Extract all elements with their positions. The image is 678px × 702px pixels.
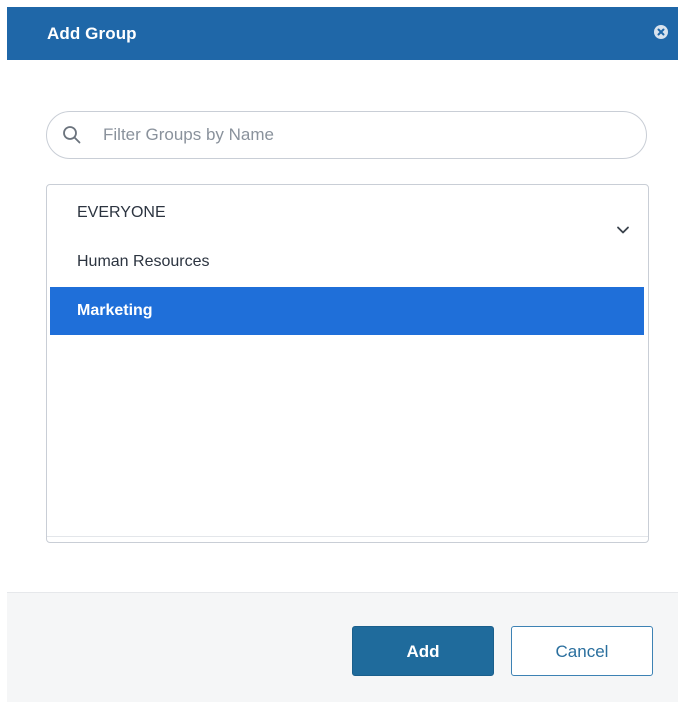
chevron-down-icon[interactable] bbox=[616, 207, 630, 234]
close-icon[interactable] bbox=[654, 25, 668, 39]
search-icon bbox=[62, 125, 82, 145]
dialog-title: Add Group bbox=[47, 24, 137, 43]
list-divider bbox=[47, 536, 648, 537]
list-item-label: EVERYONE bbox=[77, 204, 166, 221]
list-item-marketing[interactable]: Marketing bbox=[50, 287, 644, 335]
cancel-button[interactable]: Cancel bbox=[511, 626, 653, 676]
add-group-dialog: Add Group EVERYONE Human Resources bbox=[0, 0, 678, 702]
add-button[interactable]: Add bbox=[352, 626, 494, 676]
group-list[interactable]: EVERYONE Human Resources Marketing bbox=[46, 184, 649, 543]
list-item-label: Human Resources bbox=[77, 253, 210, 270]
list-item-human-resources[interactable]: Human Resources bbox=[50, 238, 644, 286]
filter-groups-input[interactable] bbox=[103, 121, 623, 149]
list-item-everyone[interactable]: EVERYONE bbox=[50, 189, 644, 237]
dialog-header: Add Group bbox=[7, 7, 678, 60]
dialog-footer: Add Cancel bbox=[7, 592, 678, 702]
list-item-label: Marketing bbox=[77, 302, 153, 319]
search-box[interactable] bbox=[46, 111, 647, 159]
